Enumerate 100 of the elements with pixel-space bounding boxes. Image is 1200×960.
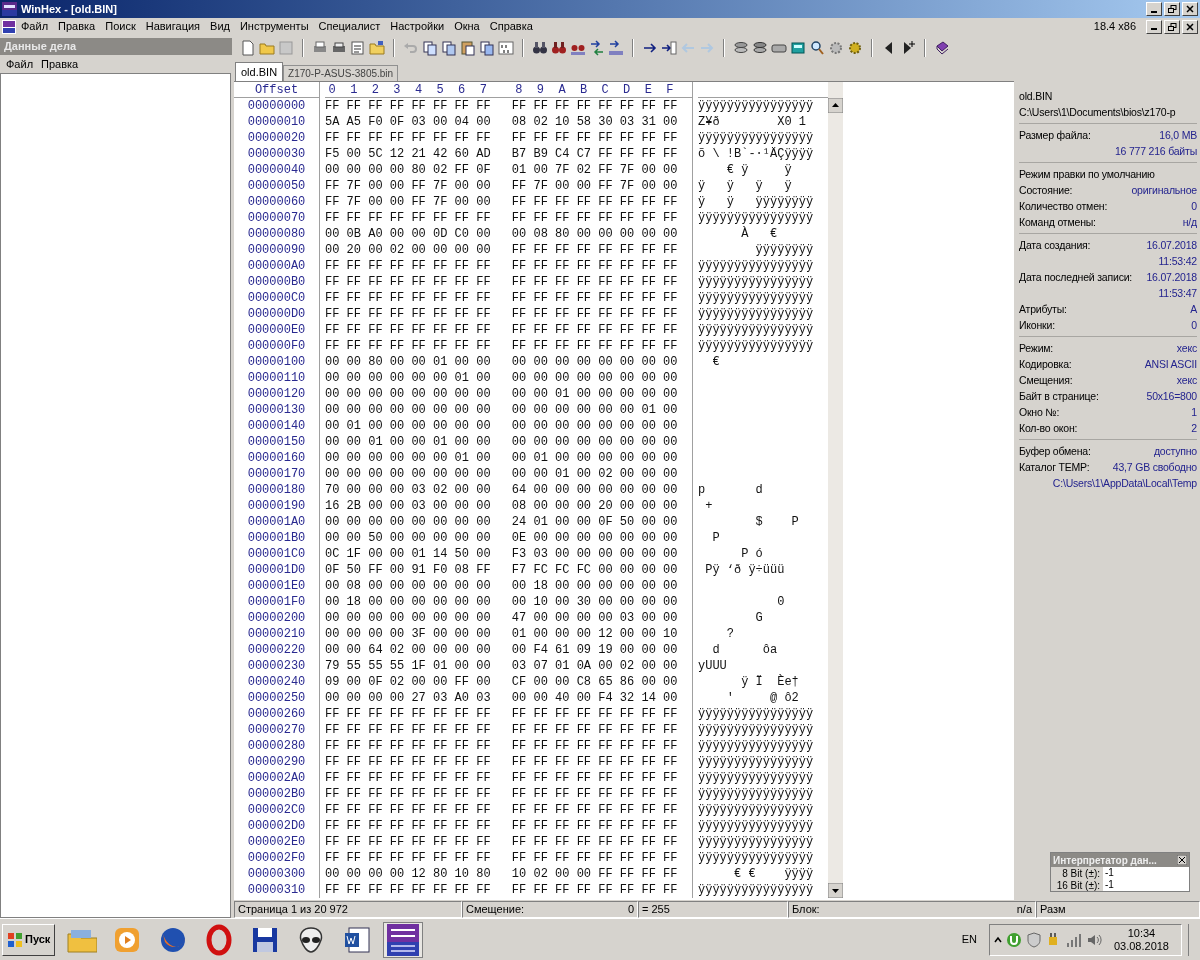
copy-icon[interactable] xyxy=(479,40,495,56)
menu-item[interactable]: Правка xyxy=(37,55,83,73)
menu-item[interactable]: Окна xyxy=(449,18,485,35)
menu-item[interactable]: Справка xyxy=(484,18,538,35)
document-minimize-button[interactable] xyxy=(1146,19,1162,34)
file-tab[interactable]: Z170-P-ASUS-3805.bin xyxy=(283,65,399,81)
minimize-button[interactable] xyxy=(1146,2,1162,16)
offset-label: 000001A0 xyxy=(246,514,307,530)
hex-logo-icon xyxy=(2,19,16,34)
clock-date[interactable]: 03.08.2018 xyxy=(1113,939,1169,953)
signal-bars-icon[interactable] xyxy=(1065,931,1082,948)
ascii-text: õ \ !B`-·¹ÄÇÿÿÿÿ xyxy=(698,146,815,162)
ascii-text: d ôa xyxy=(711,642,779,658)
offset-label: 00000220 xyxy=(246,642,307,658)
close-icon xyxy=(1186,22,1194,31)
hex-logo-icon xyxy=(387,923,420,956)
paste-icon[interactable] xyxy=(460,40,476,56)
disk-stack-icon[interactable] xyxy=(752,40,768,56)
hex-bytes: 64 00 00 00 00 00 00 00 xyxy=(511,482,678,498)
menu-item[interactable]: Файл xyxy=(16,18,54,35)
status-value: = 255 xyxy=(642,902,670,918)
ascii-text: € € ÿÿÿÿ xyxy=(733,866,815,882)
start-button[interactable]: Пуск xyxy=(2,923,56,956)
info-value: 16 777 216 байты xyxy=(1114,144,1197,159)
ascii-text: ÿÿÿÿÿÿÿÿÿÿÿÿÿÿÿÿ xyxy=(698,338,815,354)
offset-label: 00000070 xyxy=(246,210,307,226)
hex-bytes: 00 20 00 02 00 00 00 00 xyxy=(325,242,491,258)
copy-icon[interactable] xyxy=(422,40,438,56)
ascii-text: ÿÿÿÿÿÿÿÿÿÿÿÿÿÿÿÿ xyxy=(698,818,815,834)
ascii-text: ÿ ÿ ÿÿÿÿÿÿÿÿ xyxy=(698,194,815,210)
book-icon[interactable] xyxy=(934,40,950,56)
hex-bytes: FF FF FF FF FF FF FF FF xyxy=(325,754,491,770)
offset-label: 00000050 xyxy=(246,178,307,194)
file-tab[interactable]: old.BIN xyxy=(235,62,284,81)
hex-bytes: 00 00 00 00 00 00 00 00 xyxy=(325,514,491,530)
info-value: 0 xyxy=(1191,318,1197,333)
hex-bytes: 00 00 00 00 00 00 00 00 xyxy=(511,434,678,450)
ascii-text: ÿÿÿÿÿÿÿÿÿÿÿÿÿÿÿÿ xyxy=(698,770,815,786)
menu-item[interactable]: Инструменты xyxy=(234,18,314,35)
menu-item[interactable]: Навигация xyxy=(140,18,206,35)
taskbar-app-button[interactable] xyxy=(383,921,424,958)
interpreter-value: -1 xyxy=(1103,867,1189,879)
ascii-text: ? xyxy=(725,626,735,642)
ascii-text: ÿÿÿÿÿÿÿÿÿÿÿÿÿÿÿÿ xyxy=(698,786,815,802)
offset-label: 00000270 xyxy=(246,722,307,738)
column-header: A xyxy=(557,82,567,97)
offset-label: 000000F0 xyxy=(246,338,307,354)
disk-stack-icon[interactable] xyxy=(733,40,749,56)
hex-bytes: 00 00 00 00 80 02 FF 0F xyxy=(325,162,491,178)
menu-item[interactable]: Правка xyxy=(53,18,101,35)
menu-item[interactable]: Поиск xyxy=(100,18,141,35)
info-label: old.BIN xyxy=(1019,89,1053,104)
menu-item[interactable]: Файл xyxy=(2,55,38,73)
gear-icon[interactable] xyxy=(847,40,863,56)
ascii-text: Pÿ ‘ð ÿ÷üüü xyxy=(704,562,786,578)
properties-icon[interactable] xyxy=(350,40,366,56)
menu-item[interactable]: Вид xyxy=(205,18,235,35)
hex-bytes: F5 00 5C 12 21 42 60 AD xyxy=(325,146,491,162)
hex-bytes: FF FF FF FF FF FF FF FF xyxy=(511,306,678,322)
menu-item[interactable]: Специалист xyxy=(313,18,386,35)
document-icon[interactable] xyxy=(240,40,256,56)
info-label: Размер файла: xyxy=(1019,128,1091,143)
vertical-scrollbar[interactable] xyxy=(828,82,843,898)
shield-icon[interactable] xyxy=(1025,931,1042,948)
hex-bytes: 00 10 00 30 00 00 00 00 xyxy=(511,594,678,610)
offset-label: 000000B0 xyxy=(246,274,307,290)
hex-bytes: FF FF FF FF FF FF FF FF xyxy=(325,274,491,290)
calculator-icon[interactable] xyxy=(790,40,806,56)
hex-bytes: FF FF FF FF FF FF FF FF xyxy=(325,338,491,354)
info-value: 11:53:47 xyxy=(1158,286,1197,301)
offset-header: Offset xyxy=(234,82,319,98)
column-header: 7 xyxy=(478,82,488,97)
language-indicator[interactable]: EN xyxy=(961,931,977,948)
scroll-up-arrow-icon[interactable] xyxy=(828,98,843,113)
document-close-button[interactable] xyxy=(1182,19,1198,34)
arrow-to-bar-icon[interactable] xyxy=(661,40,677,56)
menu-item[interactable]: Настройки xyxy=(385,18,450,35)
hex-bytes: FF FF FF FF FF FF FF FF xyxy=(511,258,678,274)
info-value: 16.07.2018 xyxy=(1146,270,1197,285)
document-restore-button[interactable] xyxy=(1164,19,1180,34)
restore-button[interactable] xyxy=(1164,2,1180,16)
close-button[interactable] xyxy=(1182,2,1198,16)
offset-label: 00000040 xyxy=(246,162,307,178)
hex-bytes: 00 00 01 00 00 00 00 00 xyxy=(511,386,678,402)
info-value: ANSI ASCII xyxy=(1144,357,1197,372)
hex-bytes: 00 00 00 00 00 00 01 00 xyxy=(325,450,491,466)
close-icon[interactable] xyxy=(1177,855,1187,865)
minimize-icon xyxy=(1151,10,1157,13)
offset-label: 000000C0 xyxy=(246,290,307,306)
info-label: Количество отмен: xyxy=(1019,199,1108,214)
folder-icon[interactable] xyxy=(369,40,385,56)
column-header: 9 xyxy=(535,82,545,97)
copy-icon[interactable] xyxy=(441,40,457,56)
magnifier-icon[interactable] xyxy=(809,40,825,56)
offset-label: 00000190 xyxy=(246,498,307,514)
clock-time[interactable]: 10:34 xyxy=(1127,926,1156,940)
status-text: Страница 1 из 20 972 xyxy=(238,902,348,918)
chevron-up-icon[interactable] xyxy=(993,935,1002,944)
offset-label: 00000110 xyxy=(246,370,307,386)
scroll-down-arrow-icon[interactable] xyxy=(828,883,843,898)
